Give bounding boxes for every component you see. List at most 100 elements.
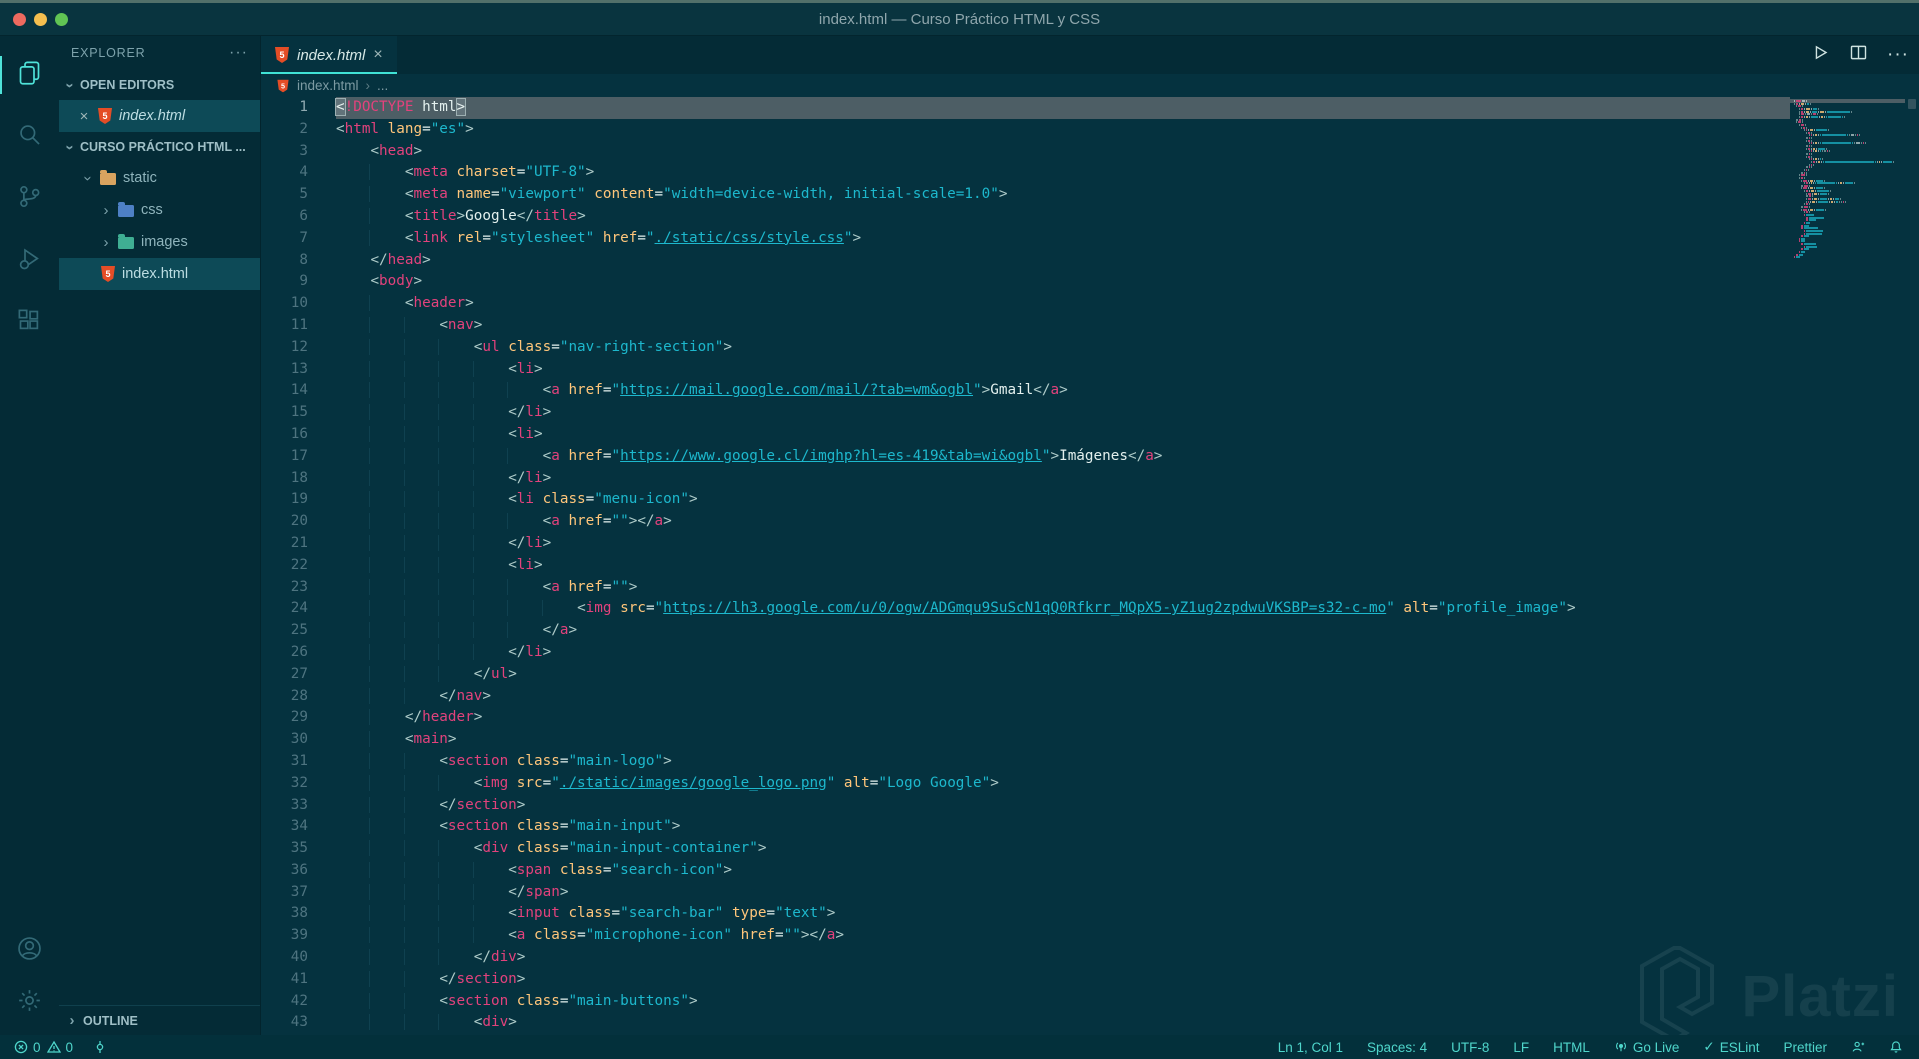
code-line[interactable]: 22 <li> xyxy=(261,555,1790,577)
language-mode[interactable]: HTML xyxy=(1553,1040,1590,1055)
code-line[interactable]: 17 <a href="https://www.google.cl/imghp?… xyxy=(261,446,1790,468)
tab-index-html[interactable]: 5 index.html × xyxy=(261,36,397,74)
problems-warnings[interactable]: 0 xyxy=(47,1040,74,1055)
code-line[interactable]: 24 <img src="https://lh3.google.com/u/0/… xyxy=(261,598,1790,620)
feedback-person-icon[interactable] xyxy=(1851,1040,1865,1054)
code-line[interactable]: 14 <a href="https://mail.google.com/mail… xyxy=(261,380,1790,402)
project-root-folder[interactable]: › CURSO PRÁCTICO HTML ... xyxy=(59,132,260,162)
code-line[interactable]: 19 <li class="menu-icon"> xyxy=(261,489,1790,511)
code-line[interactable]: 25 </a> xyxy=(261,620,1790,642)
sidebar-item-extensions[interactable] xyxy=(0,292,59,354)
code-line[interactable]: 39 <a class="microphone-icon" href=""></… xyxy=(261,925,1790,947)
problems-errors[interactable]: 0 xyxy=(14,1040,41,1055)
code-line[interactable]: 11 <nav> xyxy=(261,315,1790,337)
code-line[interactable]: 26 </li> xyxy=(261,642,1790,664)
tree-file-index-html[interactable]: 5 index.html xyxy=(59,258,260,290)
line-number: 39 xyxy=(261,925,336,947)
sidebar-item-source-control[interactable] xyxy=(0,168,59,230)
code-line-text: <nav> xyxy=(336,315,1790,337)
code-line[interactable]: 8 </head> xyxy=(261,250,1790,272)
code-line[interactable]: 32 <img src="./static/images/google_logo… xyxy=(261,773,1790,795)
code-line[interactable]: 5 <meta name="viewport" content="width=d… xyxy=(261,184,1790,206)
folder-icon xyxy=(118,205,134,217)
code-line[interactable]: 34 <section class="main-input"> xyxy=(261,816,1790,838)
tree-folder-images[interactable]: › images xyxy=(59,226,260,258)
prettier-status[interactable]: Prettier xyxy=(1783,1040,1827,1055)
code-line[interactable]: 20 <a href=""></a> xyxy=(261,511,1790,533)
notifications-bell-icon[interactable] xyxy=(1889,1040,1903,1054)
outline-section[interactable]: › OUTLINE xyxy=(59,1005,260,1035)
code-line[interactable]: 28 </nav> xyxy=(261,686,1790,708)
breadcrumb-more[interactable]: ... xyxy=(377,78,388,93)
code-line[interactable]: 38 <input class="search-bar" type="text"… xyxy=(261,903,1790,925)
sidebar-item-search[interactable] xyxy=(0,106,59,168)
tree-folder-css[interactable]: › css xyxy=(59,194,260,226)
html-file-icon: 5 xyxy=(101,266,115,282)
code-line[interactable]: 41 </section> xyxy=(261,969,1790,991)
code-line[interactable]: 6 <title>Google</title> xyxy=(261,206,1790,228)
code-line[interactable]: 10 <header> xyxy=(261,293,1790,315)
code-editor[interactable]: 1<!DOCTYPE html>2<html lang="es">3 <head… xyxy=(261,97,1790,1035)
code-line-text: </li> xyxy=(336,468,1790,490)
open-editor-item-index-html[interactable]: × 5 index.html xyxy=(59,100,260,132)
code-line[interactable]: 42 <section class="main-buttons"> xyxy=(261,991,1790,1013)
line-number: 17 xyxy=(261,446,336,468)
code-line-text: <span class="search-icon"> xyxy=(336,860,1790,882)
line-number: 5 xyxy=(261,184,336,206)
broadcast-icon xyxy=(1614,1039,1628,1056)
code-line[interactable]: 23 <a href=""> xyxy=(261,577,1790,599)
breadcrumb-file[interactable]: index.html xyxy=(297,78,359,93)
code-line[interactable]: 31 <section class="main-logo"> xyxy=(261,751,1790,773)
code-line[interactable]: 9 <body> xyxy=(261,271,1790,293)
account-button[interactable] xyxy=(0,925,59,977)
sidebar-item-explorer[interactable] xyxy=(0,44,59,106)
split-editor-button[interactable] xyxy=(1848,42,1869,68)
minimap[interactable] xyxy=(1790,97,1905,1035)
code-line[interactable]: 43 <div> xyxy=(261,1012,1790,1034)
settings-button[interactable] xyxy=(0,977,59,1029)
code-line[interactable]: 35 <div class="main-input-container"> xyxy=(261,838,1790,860)
code-line[interactable]: 40 </div> xyxy=(261,947,1790,969)
run-preview-button[interactable] xyxy=(1809,42,1830,68)
eol-setting[interactable]: LF xyxy=(1513,1040,1529,1055)
check-icon: ✓ xyxy=(1703,1039,1714,1055)
open-editors-section[interactable]: › OPEN EDITORS xyxy=(59,70,260,100)
scrollbar-thumb[interactable] xyxy=(1908,99,1916,109)
tree-folder-static[interactable]: › static xyxy=(59,162,260,194)
close-editor-icon[interactable]: × xyxy=(77,108,91,125)
code-line[interactable]: 33 </section> xyxy=(261,795,1790,817)
code-line[interactable]: 21 </li> xyxy=(261,533,1790,555)
code-line[interactable]: 4 <meta charset="UTF-8"> xyxy=(261,162,1790,184)
breadcrumb[interactable]: 5 index.html › ... xyxy=(261,74,1919,97)
more-actions-button[interactable]: ··· xyxy=(1887,44,1909,66)
explorer-actions-button[interactable]: ··· xyxy=(229,44,248,62)
close-tab-icon[interactable]: × xyxy=(373,46,382,64)
eslint-status[interactable]: ✓ ESLint xyxy=(1703,1039,1759,1055)
ports-indicator-icon[interactable] xyxy=(93,1040,107,1054)
code-line[interactable]: 29 </header> xyxy=(261,707,1790,729)
code-line[interactable]: 15 </li> xyxy=(261,402,1790,424)
code-line-text: <section class="main-buttons"> xyxy=(336,991,1790,1013)
code-line[interactable]: 16 <li> xyxy=(261,424,1790,446)
indentation-setting[interactable]: Spaces: 4 xyxy=(1367,1040,1427,1055)
code-line[interactable]: 30 <main> xyxy=(261,729,1790,751)
code-line[interactable]: 37 </span> xyxy=(261,882,1790,904)
code-line[interactable]: 36 <span class="search-icon"> xyxy=(261,860,1790,882)
cursor-position[interactable]: Ln 1, Col 1 xyxy=(1278,1040,1343,1055)
go-live-button[interactable]: Go Live xyxy=(1614,1039,1680,1056)
sidebar-item-run-debug[interactable] xyxy=(0,230,59,292)
code-line-text: <meta charset="UTF-8"> xyxy=(336,162,1790,184)
code-line-text: <head> xyxy=(336,141,1790,163)
tab-label: index.html xyxy=(297,47,365,64)
code-line[interactable]: 1<!DOCTYPE html> xyxy=(261,97,1790,119)
code-line[interactable]: 27 </ul> xyxy=(261,664,1790,686)
code-line-text: <link rel="stylesheet" href="./static/cs… xyxy=(336,228,1790,250)
code-line[interactable]: 3 <head> xyxy=(261,141,1790,163)
encoding-setting[interactable]: UTF-8 xyxy=(1451,1040,1489,1055)
code-line[interactable]: 7 <link rel="stylesheet" href="./static/… xyxy=(261,228,1790,250)
code-line[interactable]: 2<html lang="es"> xyxy=(261,119,1790,141)
editor-scrollbar[interactable] xyxy=(1905,97,1919,1035)
code-line[interactable]: 13 <li> xyxy=(261,359,1790,381)
code-line[interactable]: 18 </li> xyxy=(261,468,1790,490)
code-line[interactable]: 12 <ul class="nav-right-section"> xyxy=(261,337,1790,359)
